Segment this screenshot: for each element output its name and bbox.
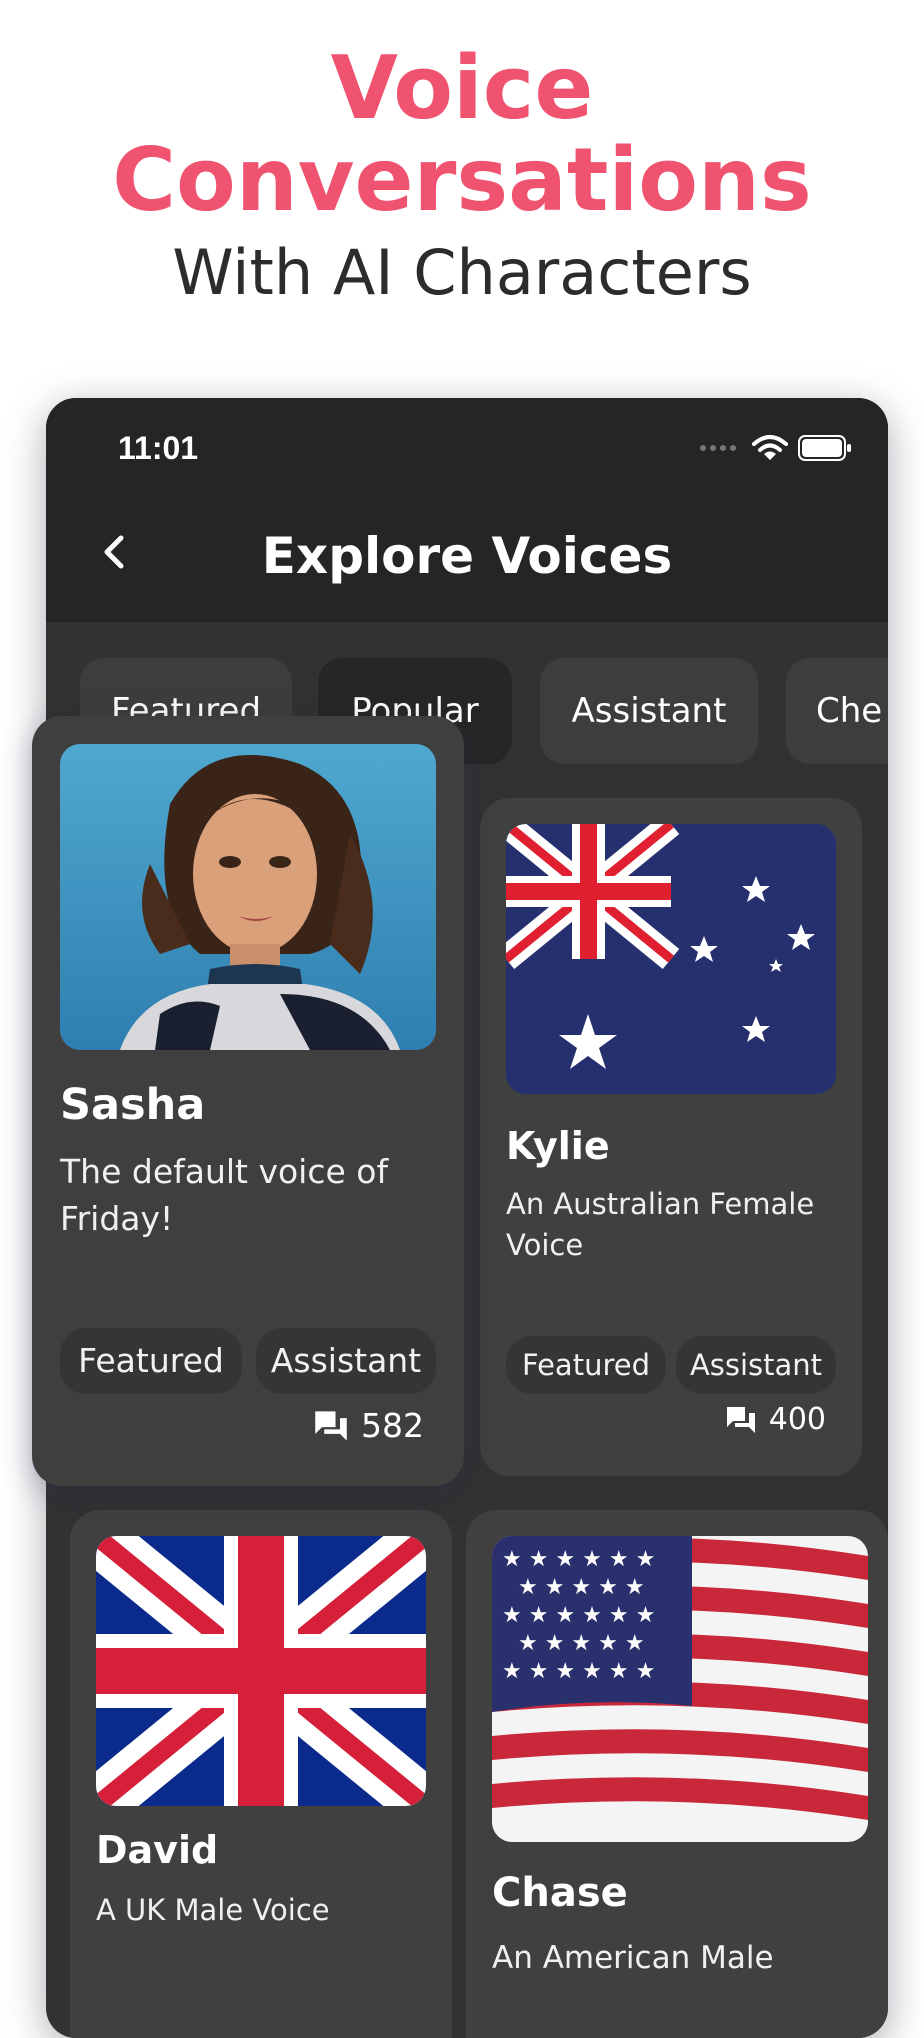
hero-title-line1: Voice — [330, 37, 594, 139]
voice-card-chase[interactable]: ★ ★ ★ ★ ★ ★ ★ ★ ★ ★ ★ ★ ★ ★ ★ ★ ★ ★ ★ ★ … — [466, 1510, 888, 2038]
status-time: 11:01 — [118, 430, 199, 466]
conversation-count: 400 — [725, 1402, 826, 1437]
voice-description: A UK Male Voice — [96, 1893, 330, 1927]
chip-assistant[interactable]: Assistant — [540, 658, 758, 764]
tag-assistant[interactable]: Assistant — [676, 1336, 836, 1394]
voice-name: Sasha — [60, 1080, 206, 1130]
voice-name: David — [96, 1828, 219, 1872]
voice-name: Kylie — [506, 1124, 610, 1168]
conversation-count-value: 400 — [768, 1402, 826, 1437]
conversation-count: 582 — [313, 1406, 424, 1445]
voice-card-kylie[interactable]: Kylie An Australian Female Voice Feature… — [480, 798, 862, 1476]
australia-flag-image — [506, 824, 836, 1094]
svg-text:★ ★ ★ ★ ★ ★: ★ ★ ★ ★ ★ ★ — [502, 1603, 655, 1628]
voice-description: An American Male — [492, 1940, 774, 1976]
usa-flag-image: ★ ★ ★ ★ ★ ★ ★ ★ ★ ★ ★ ★ ★ ★ ★ ★ ★ ★ ★ ★ … — [492, 1536, 868, 1842]
tag-assistant[interactable]: Assistant — [256, 1328, 436, 1394]
page-title: Explore Voices — [261, 527, 673, 585]
signal-icon — [700, 445, 736, 451]
battery-icon — [798, 435, 851, 461]
voice-name: Chase — [492, 1870, 628, 1916]
status-icons — [700, 434, 852, 462]
wifi-icon — [752, 435, 788, 460]
voice-description: An Australian Female Voice — [506, 1187, 815, 1262]
svg-text:★ ★ ★ ★ ★: ★ ★ ★ ★ ★ — [518, 1631, 645, 1656]
svg-text:★ ★ ★ ★ ★: ★ ★ ★ ★ ★ — [518, 1575, 645, 1600]
uk-flag-image — [96, 1536, 426, 1806]
sasha-portrait-image — [60, 744, 436, 1050]
voice-card-sasha[interactable]: Sasha The default voice of Friday! Featu… — [32, 716, 464, 1486]
voice-card-david[interactable]: David A UK Male Voice — [70, 1510, 452, 2038]
chat-bubbles-icon — [315, 1410, 347, 1441]
hero-subtitle: With AI Characters — [172, 236, 752, 309]
svg-text:★ ★ ★ ★ ★ ★: ★ ★ ★ ★ ★ ★ — [502, 1547, 655, 1572]
tag-featured[interactable]: Featured — [60, 1328, 242, 1394]
voice-description: The default voice of Friday! — [60, 1152, 389, 1238]
chip-partial[interactable]: Che — [786, 658, 888, 764]
chat-bubbles-icon — [726, 1406, 755, 1433]
tag-featured[interactable]: Featured — [506, 1336, 666, 1394]
hero-title-line2: Conversations — [112, 129, 812, 231]
conversation-count-value: 582 — [361, 1406, 424, 1445]
svg-text:★ ★ ★ ★ ★ ★: ★ ★ ★ ★ ★ ★ — [502, 1659, 655, 1684]
